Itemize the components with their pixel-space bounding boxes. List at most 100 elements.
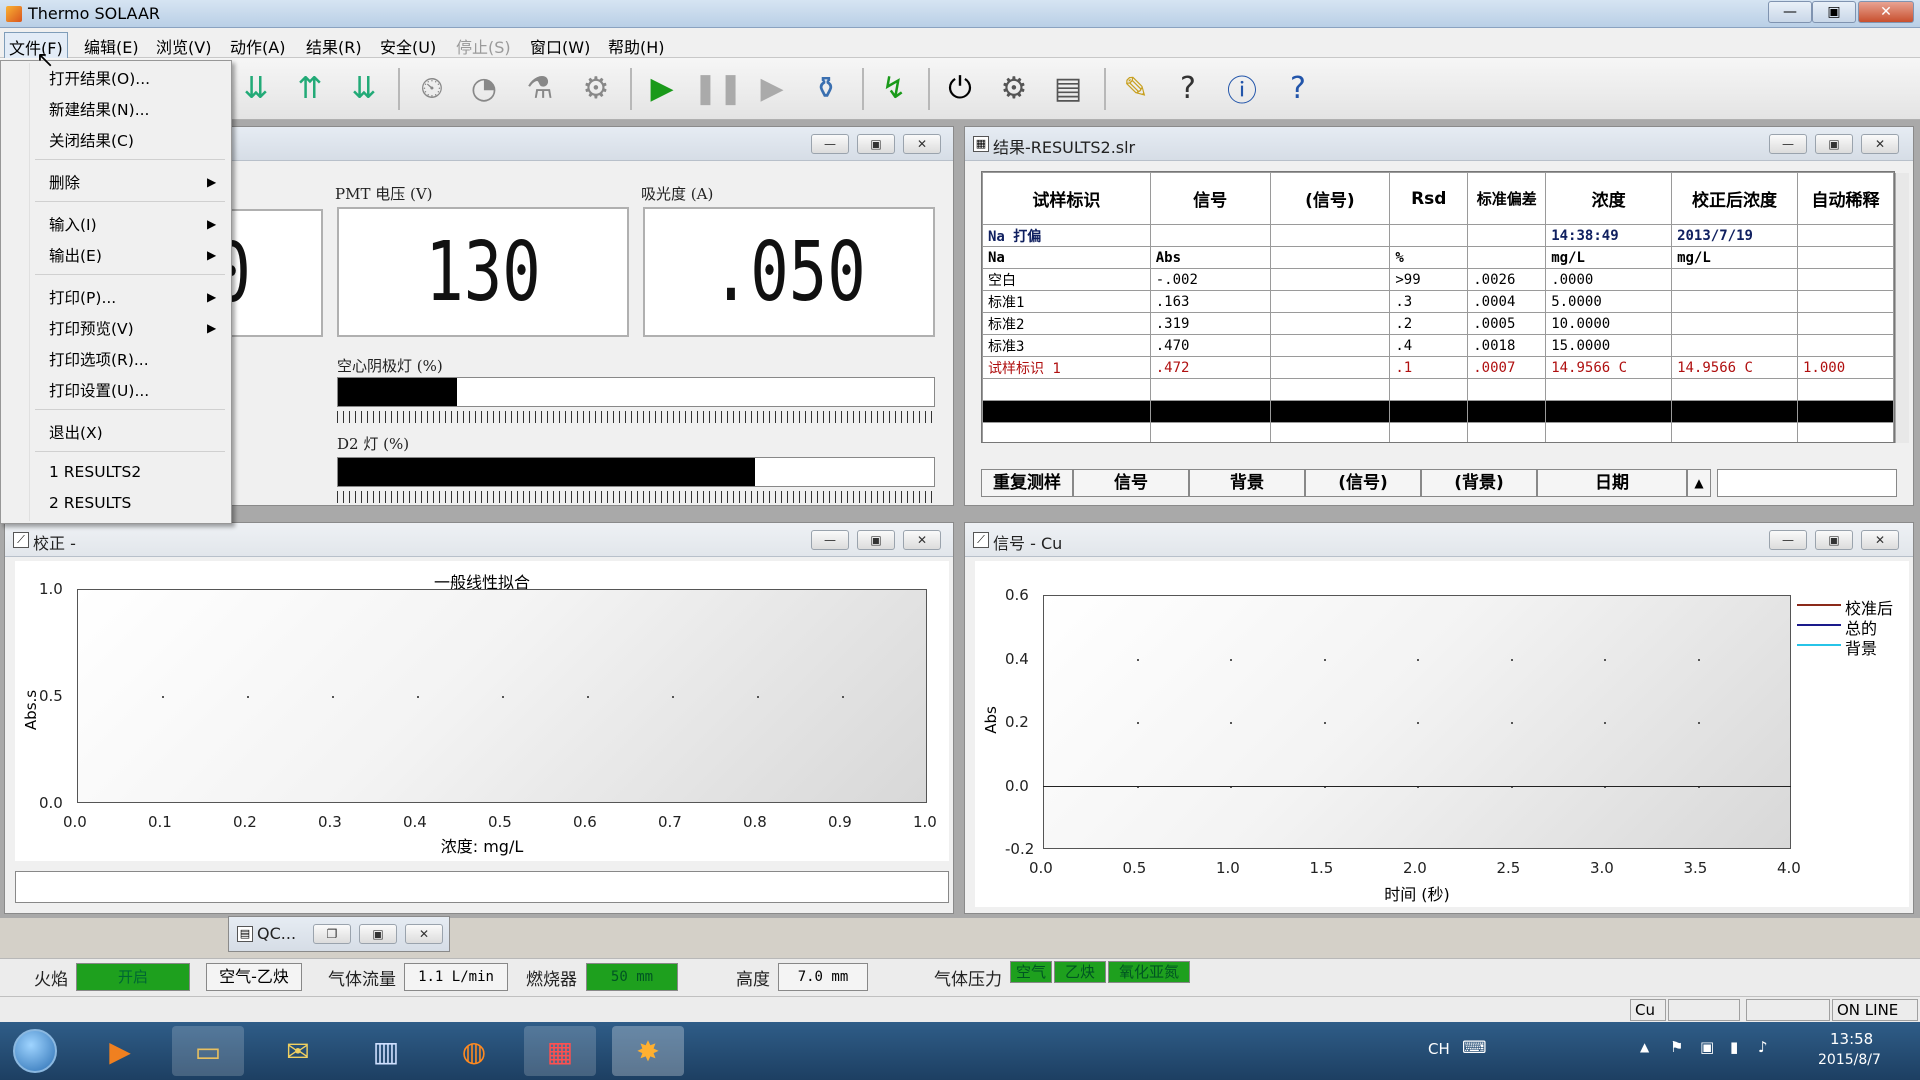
- menu-print-options[interactable]: 打印选项(R)...: [49, 348, 149, 370]
- report-icon[interactable]: ▤: [1046, 66, 1090, 110]
- menu-help[interactable]: 帮助(H): [604, 32, 669, 60]
- window-restore-button[interactable]: ❐: [313, 924, 351, 944]
- menu-open-results[interactable]: 打开结果(O)...: [49, 67, 150, 89]
- menu-view[interactable]: 浏览(V): [152, 32, 215, 60]
- calibration-equation-field[interactable]: [15, 871, 949, 903]
- menu-action[interactable]: 动作(A): [226, 32, 289, 60]
- table-row[interactable]: [982, 378, 1894, 401]
- scroll-up-button[interactable]: ▲: [1687, 469, 1711, 497]
- sub-col-header[interactable]: 背景: [1189, 469, 1305, 497]
- play-icon[interactable]: ▶: [640, 66, 684, 110]
- selected-table-row[interactable]: [982, 400, 1894, 423]
- wizard-icon[interactable]: ✎: [1114, 66, 1158, 110]
- col-header[interactable]: 校正后浓度: [1671, 172, 1798, 225]
- context-help-icon[interactable]: ?: [1166, 66, 1210, 110]
- start-button[interactable]: [0, 1026, 70, 1076]
- window-minimize-button[interactable]: —: [1769, 134, 1807, 154]
- flag-icon[interactable]: ⚑: [1670, 1038, 1683, 1056]
- close-button[interactable]: ✕: [1858, 1, 1914, 23]
- window-close-button[interactable]: ✕: [1861, 134, 1899, 154]
- sub-col-header[interactable]: (背景): [1421, 469, 1537, 497]
- window-close-button[interactable]: ✕: [903, 134, 941, 154]
- volume-icon[interactable]: ♪: [1758, 1038, 1768, 1056]
- run-sequence-icon[interactable]: ↯: [872, 66, 916, 110]
- mail-icon[interactable]: ✉: [262, 1026, 334, 1076]
- pause-icon[interactable]: ❚❚: [693, 66, 743, 110]
- window-maximize-button[interactable]: ▣: [857, 530, 895, 550]
- menu-delete[interactable]: 删除: [49, 171, 80, 193]
- rinse-icon[interactable]: ⚙: [574, 66, 618, 110]
- window-minimize-button[interactable]: —: [1769, 530, 1807, 550]
- menu-security[interactable]: 安全(U): [376, 32, 440, 60]
- table-row[interactable]: 空白 -.002 >99.0026.0000: [982, 268, 1894, 291]
- menu-recent-1[interactable]: 1 RESULTS2: [49, 463, 141, 481]
- sub-col-header[interactable]: 日期: [1537, 469, 1687, 497]
- table-row[interactable]: Na 打偏 14:38:49 2013/7/19: [982, 224, 1894, 247]
- whats-this-icon[interactable]: ?: [1276, 66, 1320, 110]
- clock-time[interactable]: 13:58: [1830, 1030, 1873, 1048]
- burner-value[interactable]: 50 mm: [586, 963, 678, 991]
- menu-exit[interactable]: 退出(X): [49, 421, 103, 443]
- language-indicator[interactable]: CH: [1428, 1040, 1450, 1058]
- device-icon[interactable]: ▣: [1700, 1038, 1714, 1056]
- table-row[interactable]: Na Abs% mg/L mg/L: [982, 246, 1894, 269]
- task-list-icon[interactable]: ▥: [350, 1026, 422, 1076]
- window-maximize-button[interactable]: ▣: [857, 134, 895, 154]
- down-arrow-icon[interactable]: ⇊: [342, 66, 386, 110]
- timer-icon[interactable]: ◔: [462, 66, 506, 110]
- menu-print[interactable]: 打印(P)...: [49, 286, 116, 308]
- instrument-app-icon[interactable]: ▦: [524, 1026, 596, 1076]
- sub-col-header[interactable]: 重复测样: [981, 469, 1073, 497]
- sample-tubes-icon[interactable]: ⚱: [804, 66, 848, 110]
- sub-col-header[interactable]: (信号): [1305, 469, 1421, 497]
- table-row[interactable]: 标准2.319 .2.0005 10.0000: [982, 312, 1894, 335]
- minimize-button[interactable]: —: [1768, 1, 1812, 23]
- instrument-icon[interactable]: ⚙: [992, 66, 1036, 110]
- media-player-icon[interactable]: ▶: [84, 1026, 156, 1076]
- menu-new-results[interactable]: 新建结果(N)...: [49, 98, 149, 120]
- menu-stop[interactable]: 停止(S): [452, 32, 515, 60]
- table-row[interactable]: [982, 422, 1894, 442]
- menu-recent-2[interactable]: 2 RESULTS: [49, 494, 131, 512]
- window-close-button[interactable]: ✕: [903, 530, 941, 550]
- clock-date[interactable]: 2015/8/7: [1818, 1052, 1881, 1068]
- table-row[interactable]: 标准3.470 .4.0018 15.0000: [982, 334, 1894, 357]
- firefox-icon[interactable]: ◍: [438, 1026, 510, 1076]
- window-maximize-button[interactable]: ▣: [359, 924, 397, 944]
- menu-window[interactable]: 窗口(W): [526, 32, 594, 60]
- col-header[interactable]: 信号: [1149, 172, 1271, 225]
- window-maximize-button[interactable]: ▣: [1815, 530, 1853, 550]
- table-row[interactable]: 试样标识 1.472.1.0007 14.9566 C 14.9566 C 1.000: [982, 356, 1894, 379]
- menu-print-setup[interactable]: 打印设置(U)...: [49, 379, 149, 401]
- gas-type[interactable]: 空气-乙炔: [206, 963, 302, 991]
- autosampler-icon[interactable]: ⚗: [518, 66, 562, 110]
- table-row[interactable]: 标准1.163 .3.0004 5.0000: [982, 290, 1894, 313]
- sub-table-field[interactable]: [1717, 469, 1897, 497]
- window-close-button[interactable]: ✕: [405, 924, 443, 944]
- height-value[interactable]: 7.0 mm: [778, 963, 868, 991]
- sub-col-header[interactable]: 信号: [1073, 469, 1189, 497]
- keyboard-icon[interactable]: ⌨: [1462, 1038, 1487, 1058]
- gauge-icon[interactable]: ⏲: [410, 66, 454, 110]
- results-scrollbar[interactable]: [1895, 173, 1909, 443]
- col-header[interactable]: 试样标识: [982, 172, 1151, 225]
- col-header[interactable]: 标准偏差: [1467, 172, 1547, 225]
- maximize-button[interactable]: ▣: [1812, 1, 1856, 23]
- next-icon[interactable]: ▶: [750, 66, 794, 110]
- gas-flow-value[interactable]: 1.1 L/min: [404, 963, 508, 991]
- menu-edit[interactable]: 编辑(E): [80, 32, 143, 60]
- up-arrow-icon[interactable]: ⇈: [288, 66, 332, 110]
- window-minimize-button[interactable]: —: [811, 530, 849, 550]
- qc-window-minimized[interactable]: ▤ QC... ❐ ▣ ✕: [228, 916, 450, 952]
- menu-print-preview[interactable]: 打印预览(V): [49, 317, 134, 339]
- load-icon[interactable]: ⇊: [234, 66, 278, 110]
- window-close-button[interactable]: ✕: [1861, 530, 1899, 550]
- solaar-app-icon[interactable]: ✸: [612, 1026, 684, 1076]
- info-icon[interactable]: ⓘ: [1220, 66, 1264, 110]
- menu-close-results[interactable]: 关闭结果(C): [49, 129, 134, 151]
- menu-export[interactable]: 输出(E): [49, 244, 102, 266]
- menu-results[interactable]: 结果(R): [302, 32, 366, 60]
- flame-status[interactable]: 开启: [76, 963, 190, 991]
- file-explorer-icon[interactable]: ▭: [172, 1026, 244, 1076]
- window-maximize-button[interactable]: ▣: [1815, 134, 1853, 154]
